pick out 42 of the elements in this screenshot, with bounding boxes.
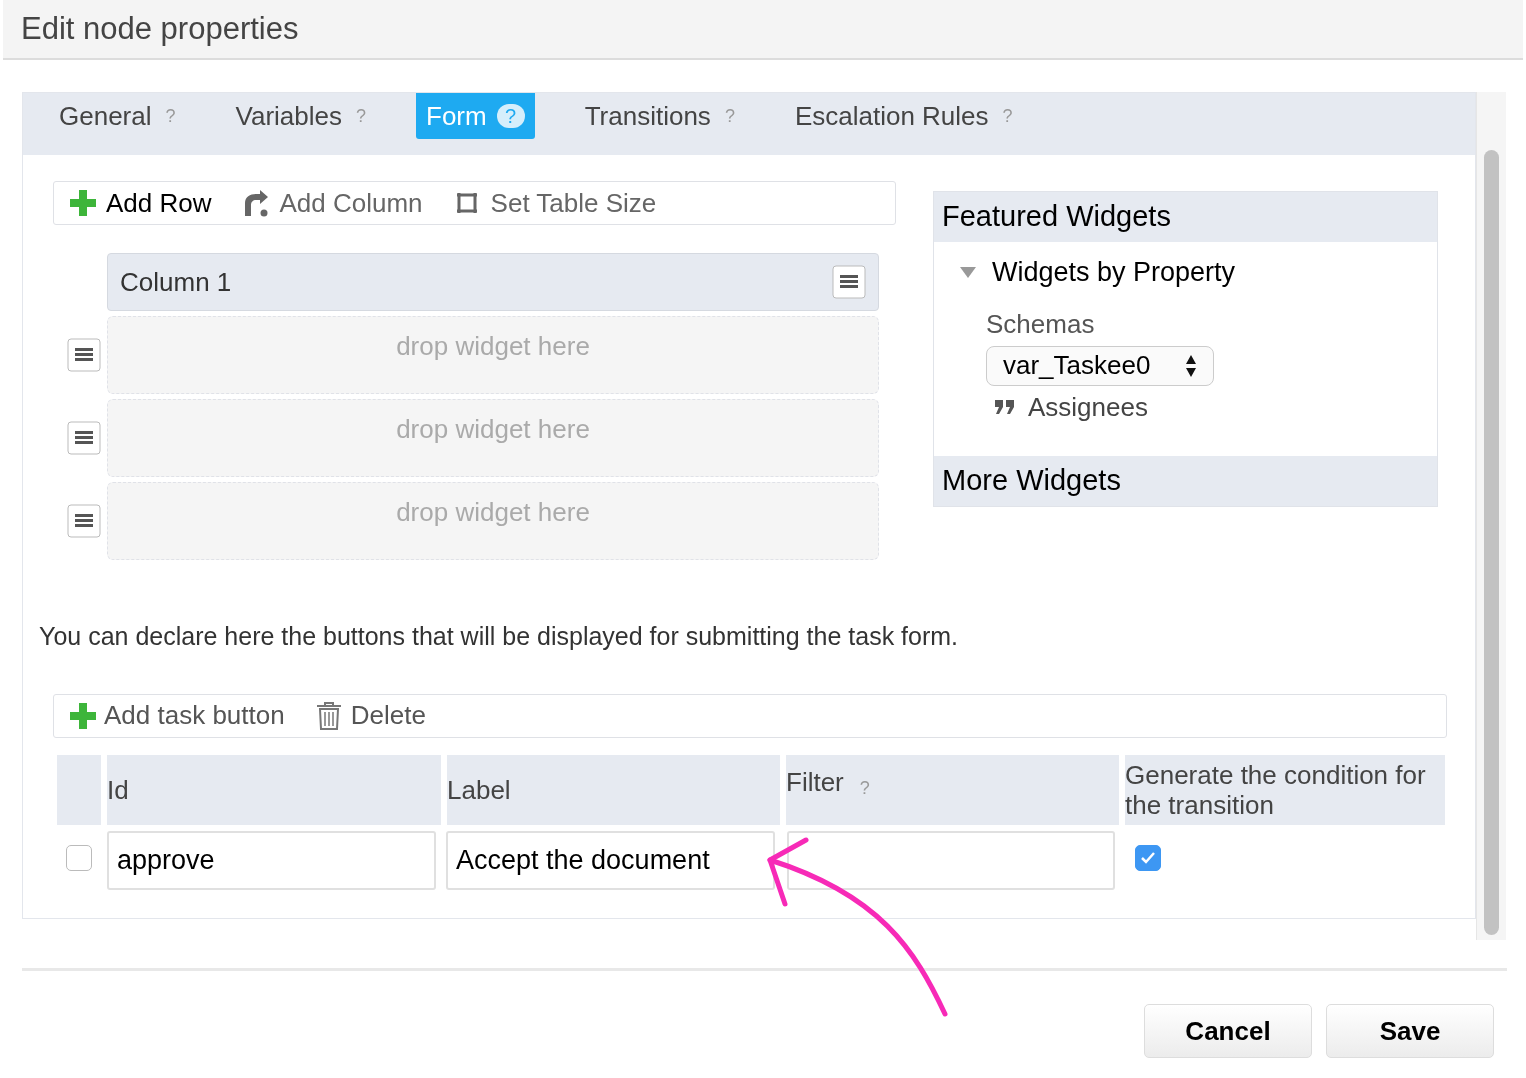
id-input[interactable]: approve	[107, 830, 436, 890]
column-header-cell: Id	[107, 754, 441, 825]
drop-zone: drop widget here	[107, 316, 879, 394]
tab[interactable]: Variables ?	[225, 93, 376, 139]
column-header-cell: Label	[447, 754, 780, 825]
plus-icon	[70, 702, 96, 729]
schema-select[interactable]: var_Taskee0	[986, 345, 1214, 386]
toolbar-button[interactable]: Add task button	[70, 696, 285, 735]
filter-input[interactable]	[787, 830, 1115, 890]
tab[interactable]: General ?	[49, 93, 186, 139]
column-header-cell: Filter ?	[786, 754, 1119, 825]
column-title: Column 1	[120, 265, 232, 299]
menu-icon[interactable]	[67, 504, 101, 538]
buttons-note: You can declare here the buttons that will be displayed for submitting the task form.	[39, 621, 959, 652]
up-down-icon	[1185, 353, 1197, 378]
menu-icon[interactable]	[67, 338, 101, 372]
dialog-button[interactable]: Save	[1326, 1004, 1494, 1058]
panel-header: Featured Widgets	[934, 192, 1437, 242]
row-checkbox[interactable]	[66, 844, 92, 871]
toolbar-button[interactable]: Delete	[314, 696, 426, 735]
widget-item[interactable]: Assignees	[994, 387, 1148, 427]
triangle-icon	[960, 266, 976, 278]
tab[interactable]: Escalation Rules ?	[784, 93, 1023, 139]
plus-icon	[70, 190, 96, 216]
column-header-cell: Generate the condition for the transition	[1125, 754, 1445, 825]
drop-zone: drop widget here	[107, 399, 879, 477]
dialog-button[interactable]: Cancel	[1144, 1004, 1312, 1058]
panel-header: More Widgets	[934, 456, 1437, 506]
toolbar-button[interactable]: Add Row	[70, 183, 212, 223]
label-input[interactable]: Accept the document	[446, 830, 775, 890]
field-label: Schemas	[986, 307, 1095, 341]
drop-zone: drop widget here	[107, 482, 879, 560]
menu-icon[interactable]	[832, 265, 866, 299]
condition-checkbox[interactable]	[1135, 844, 1161, 871]
header-cell	[57, 754, 101, 825]
trash-icon	[314, 700, 343, 731]
quote-icon	[994, 399, 1016, 415]
menu-icon[interactable]	[67, 421, 101, 455]
tab[interactable]: Transitions ?	[574, 93, 745, 139]
dialog-title: Edit node properties	[21, 9, 299, 48]
checkmark-icon	[1140, 850, 1156, 865]
tree-toggle[interactable]: Widgets by Property	[960, 252, 1236, 293]
